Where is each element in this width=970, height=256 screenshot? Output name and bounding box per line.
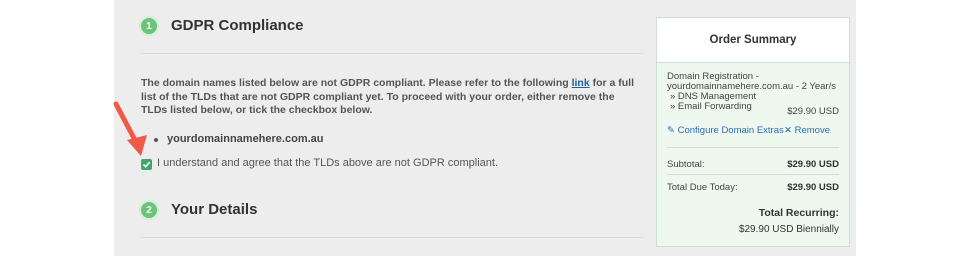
step-1-badge: 1	[141, 18, 157, 34]
total-recurring-value: $29.90 USD Biennially	[738, 224, 839, 235]
order-summary-title: Order Summary	[657, 18, 849, 63]
total-due-label: Total Due Today:	[667, 182, 738, 193]
configure-label: Configure Domain Extras	[677, 125, 784, 136]
gdpr-list-link[interactable]: link	[572, 77, 590, 89]
addon-email: » Email Forwarding	[670, 101, 752, 112]
gdpr-agree-label[interactable]: I understand and agree that the TLDs abo…	[157, 157, 498, 169]
step-1-title: GDPR Compliance	[171, 17, 304, 34]
remove-link[interactable]: ✕ Remove	[784, 125, 830, 136]
order-item-price: $29.90 USD	[787, 106, 839, 117]
remove-label: Remove	[794, 125, 830, 136]
bullet-icon	[154, 138, 158, 142]
pencil-icon: ✎	[667, 125, 675, 136]
configure-domain-extras-link[interactable]: ✎ Configure Domain Extras	[667, 125, 784, 136]
gdpr-notice: The domain names listed below are not GD…	[141, 77, 641, 118]
notice-text-before: The domain names listed below are not GD…	[141, 77, 572, 89]
divider	[141, 53, 643, 54]
order-summary: Order Summary Domain Registration - your…	[656, 17, 850, 247]
step-2-badge: 2	[141, 202, 157, 218]
checkmark-icon	[142, 161, 151, 168]
close-icon: ✕	[784, 125, 792, 136]
total-recurring-label: Total Recurring:	[758, 207, 839, 219]
arrow-pointer-icon	[113, 101, 147, 156]
non-compliant-domain: yourdomainnamehere.com.au	[167, 133, 324, 145]
subtotal-label: Subtotal:	[667, 159, 705, 170]
divider	[141, 237, 643, 238]
gdpr-agree-checkbox[interactable]	[141, 159, 152, 170]
divider	[667, 174, 839, 175]
subtotal-value: $29.90 USD	[787, 159, 839, 170]
step-2-title: Your Details	[171, 201, 258, 218]
divider	[667, 147, 839, 148]
total-due-value: $29.90 USD	[787, 182, 839, 193]
